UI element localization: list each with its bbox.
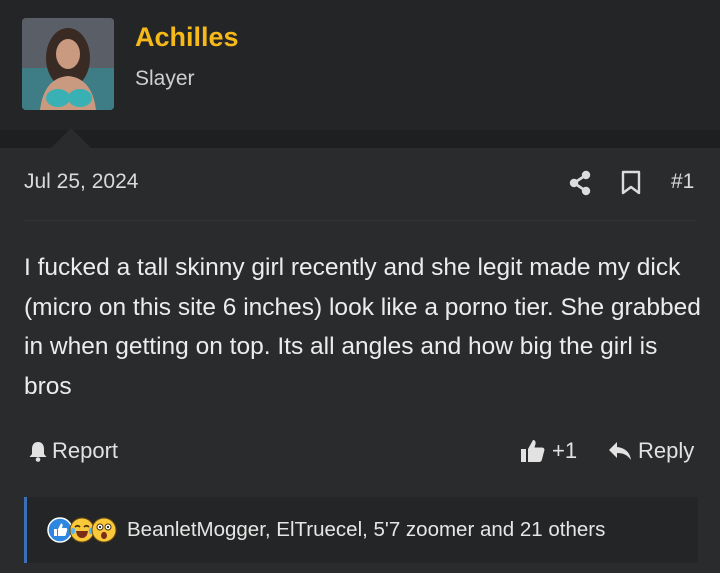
header-divider bbox=[24, 220, 696, 221]
post-number-link[interactable]: #1 bbox=[671, 170, 694, 194]
message-body: Jul 25, 2024 #1 I fucked a tall skinny g… bbox=[0, 148, 720, 573]
bell-icon bbox=[29, 442, 47, 462]
post-text: I fucked a tall skinny girl recently and… bbox=[24, 254, 701, 400]
report-label: Report bbox=[52, 438, 119, 463]
like-count: +1 bbox=[552, 438, 578, 463]
thumbs-up-icon bbox=[521, 440, 545, 462]
like-button[interactable]: +1 bbox=[520, 436, 577, 466]
share-button[interactable] bbox=[567, 170, 593, 196]
post-date[interactable]: Jul 25, 2024 bbox=[24, 170, 138, 194]
message-arrow bbox=[49, 128, 93, 150]
reply-button[interactable]: Reply bbox=[608, 436, 694, 466]
post-page: Achilles Slayer Jul 25, 2024 #1 I fucked… bbox=[0, 0, 720, 573]
bookmark-button[interactable] bbox=[620, 170, 642, 196]
shocked-face-icon bbox=[91, 517, 117, 543]
avatar-image bbox=[22, 18, 114, 110]
user-header: Achilles Slayer bbox=[0, 0, 720, 130]
reply-icon bbox=[609, 442, 631, 460]
username[interactable]: Achilles bbox=[135, 22, 239, 53]
reactions-summary[interactable]: BeanletMogger, ElTruecel, 5'7 zoomer and… bbox=[127, 518, 605, 542]
user-title: Slayer bbox=[135, 67, 195, 90]
avatar[interactable] bbox=[22, 18, 114, 110]
reply-label: Reply bbox=[638, 438, 695, 463]
report-button[interactable]: Report bbox=[28, 436, 118, 466]
reactions-bar[interactable]: BeanletMogger, ElTruecel, 5'7 zoomer and… bbox=[24, 497, 698, 563]
share-icon bbox=[569, 170, 591, 196]
reaction-icons bbox=[47, 517, 117, 543]
bookmark-icon bbox=[621, 170, 641, 195]
